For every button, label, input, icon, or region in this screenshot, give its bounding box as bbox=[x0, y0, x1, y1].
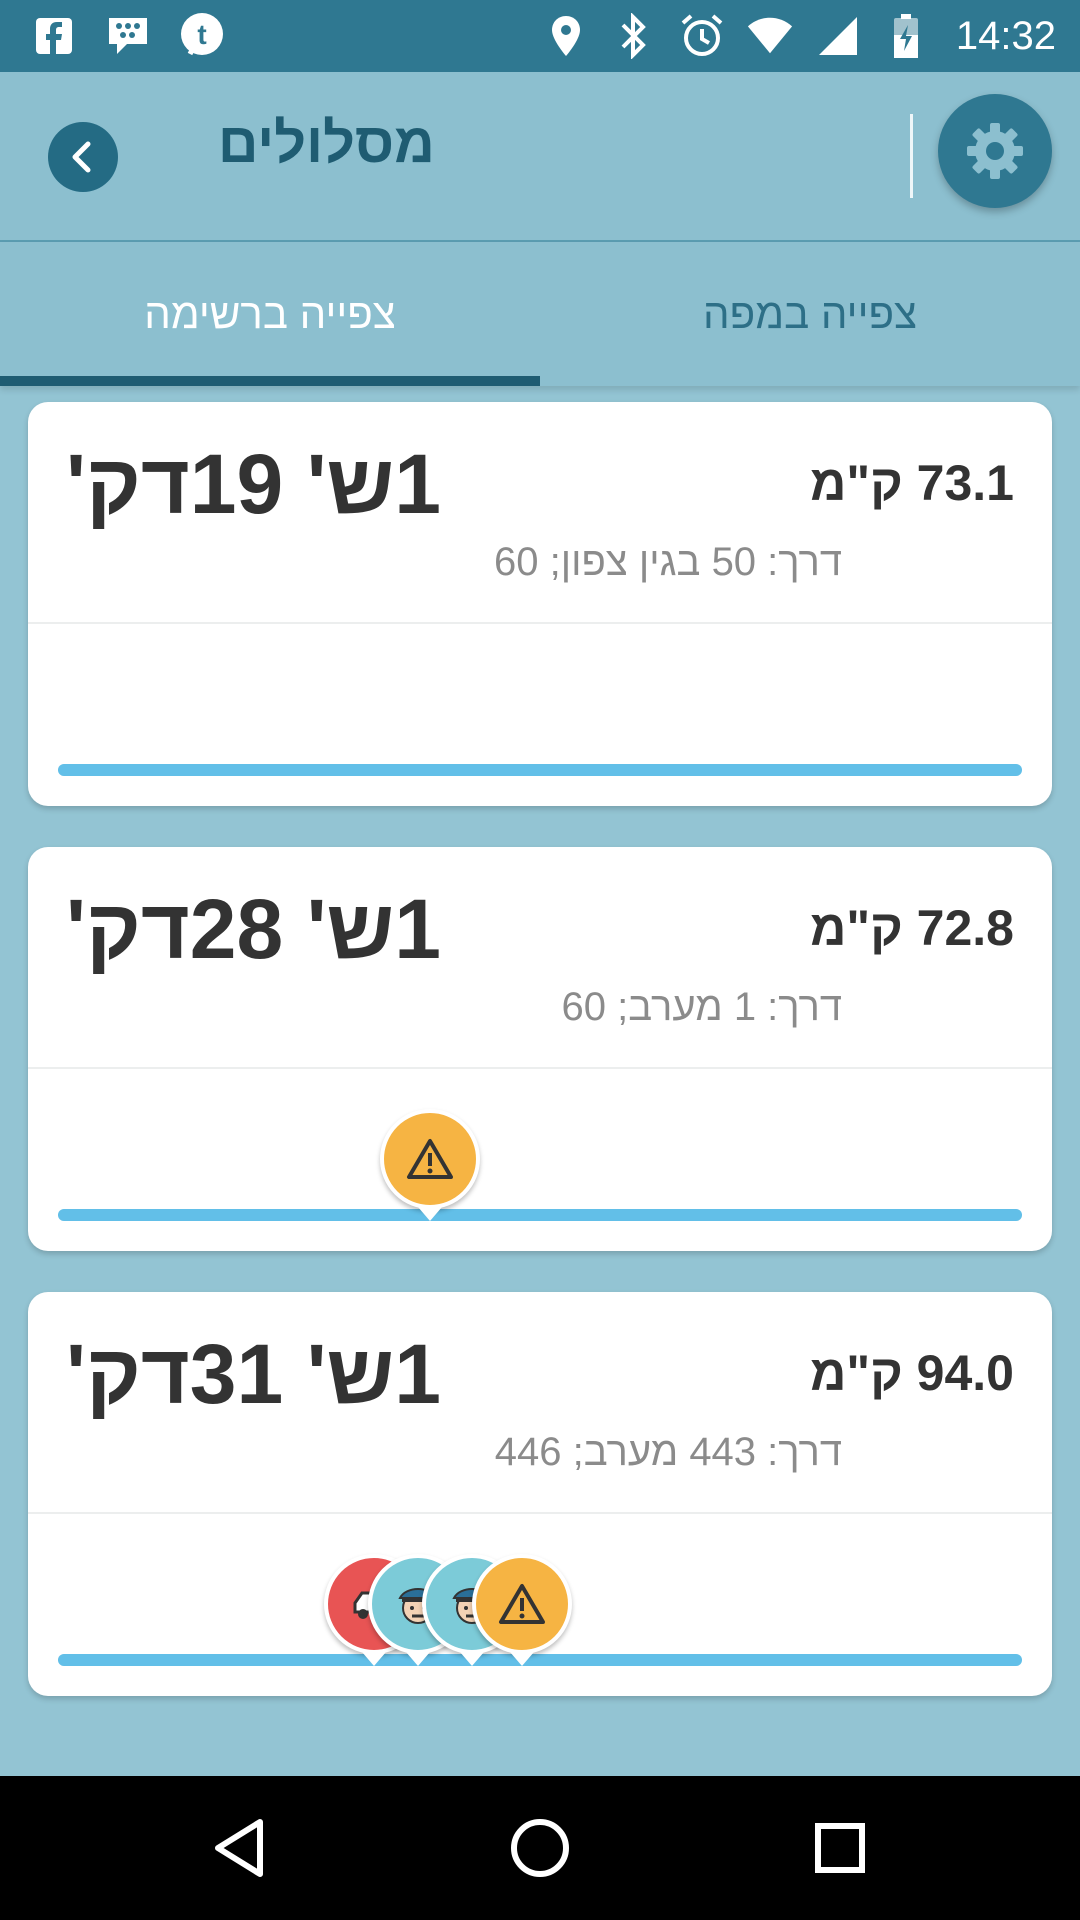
status-time: 14:32 bbox=[955, 13, 1056, 58]
header-divider bbox=[910, 114, 913, 198]
view-tabs: צפייה ברשימה צפייה במפה bbox=[0, 242, 1080, 386]
route-distance: 73.1 ק"מ bbox=[810, 455, 1014, 511]
route-road: דרך: 50 בגין צפון; 60 bbox=[494, 540, 842, 584]
square-recents-icon bbox=[815, 1823, 865, 1873]
route-eta: 1ש' 31דק' bbox=[66, 1327, 441, 1421]
tab-indicator bbox=[0, 376, 540, 386]
nav-back-button[interactable] bbox=[200, 1808, 280, 1888]
bluetooth-icon bbox=[610, 12, 658, 60]
route-distance: 94.0 ק"מ bbox=[810, 1345, 1014, 1401]
battery-icon bbox=[882, 12, 930, 60]
route-traffic-bar bbox=[58, 1654, 1022, 1666]
back-button[interactable] bbox=[48, 122, 118, 192]
route-card-1[interactable]: 1ש' 19דק' 73.1 ק"מ דרך: 50 בגין צפון; 60 bbox=[28, 402, 1052, 806]
cell-signal-icon bbox=[814, 12, 862, 60]
tumblr-icon: t bbox=[178, 12, 226, 60]
facebook-icon bbox=[30, 12, 78, 60]
warning-icon bbox=[499, 1584, 545, 1624]
triangle-back-icon bbox=[215, 1819, 263, 1877]
status-bar: t 14:32 bbox=[0, 0, 1080, 72]
route-distance: 72.8 ק"מ bbox=[810, 900, 1014, 956]
route-road: דרך: 443 מערב; 446 bbox=[494, 1430, 842, 1474]
tab-map-view[interactable]: צפייה במפה bbox=[540, 242, 1080, 386]
blackberry-icon bbox=[104, 12, 152, 60]
route-eta: 1ש' 28דק' bbox=[66, 882, 441, 976]
hazard-alert-pin[interactable] bbox=[380, 1109, 480, 1221]
route-eta: 1ש' 19דק' bbox=[66, 437, 441, 531]
route-traffic-bar bbox=[58, 764, 1022, 776]
svg-text:t: t bbox=[197, 19, 206, 50]
circle-home-icon bbox=[511, 1819, 569, 1877]
tab-list-view[interactable]: צפייה ברשימה bbox=[0, 242, 540, 386]
route-road: דרך: 1 מערב; 60 bbox=[561, 985, 843, 1029]
location-icon bbox=[542, 12, 590, 60]
app-bar: מסלולים bbox=[0, 72, 1080, 242]
route-card-3[interactable]: 1ש' 31דק' 94.0 ק"מ דרך: 443 מערב; 446 bbox=[28, 1292, 1052, 1696]
settings-button[interactable] bbox=[938, 94, 1052, 208]
route-traffic-bar bbox=[58, 1209, 1022, 1221]
page-title: מסלולים bbox=[218, 111, 435, 174]
warning-icon bbox=[407, 1139, 453, 1179]
system-nav-bar bbox=[0, 1776, 1080, 1920]
nav-recents-button[interactable] bbox=[800, 1808, 880, 1888]
wifi-icon bbox=[746, 12, 794, 60]
chevron-left-icon bbox=[72, 141, 91, 173]
nav-home-button[interactable] bbox=[500, 1808, 580, 1888]
hazard-alert-pin[interactable] bbox=[472, 1554, 572, 1666]
alarm-icon bbox=[678, 12, 726, 60]
route-card-2[interactable]: 1ש' 28דק' 72.8 ק"מ דרך: 1 מערב; 60 bbox=[28, 847, 1052, 1251]
gear-icon bbox=[967, 123, 1023, 179]
